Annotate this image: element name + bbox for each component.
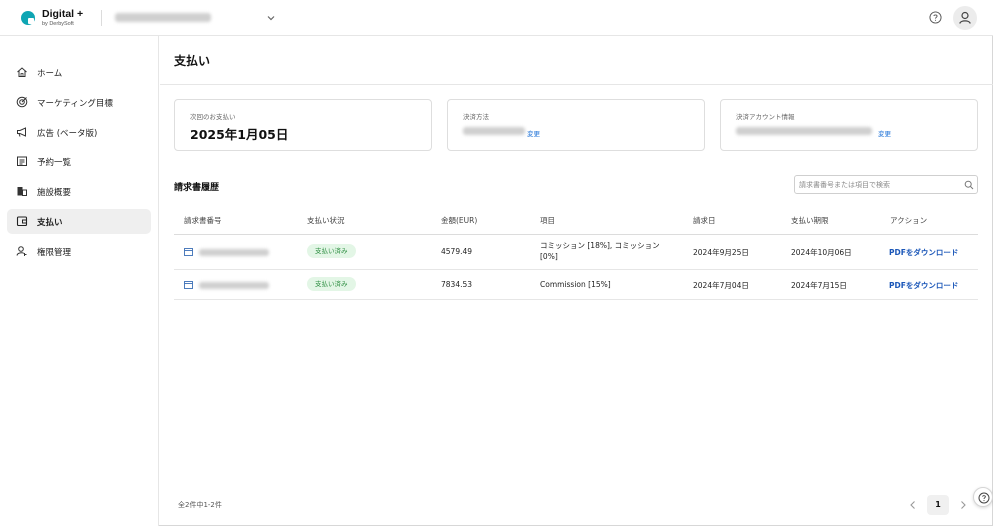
sidebar-item-ads[interactable]: 広告 (ベータ版) <box>7 120 151 145</box>
download-pdf-link[interactable]: PDFをダウンロード <box>889 280 958 291</box>
sidebar-item-label: 予約一覧 <box>37 158 72 168</box>
page-title: 支払い <box>174 54 211 68</box>
table-row: 支払い済み 4579.49 コミッション [18%], コミッション [0%] … <box>174 235 978 269</box>
row-divider <box>174 299 978 300</box>
logo-icon <box>21 11 35 25</box>
user-icon <box>959 11 971 24</box>
chevron-right-icon[interactable] <box>956 498 970 512</box>
pagination-page-button[interactable]: 1 <box>927 495 949 515</box>
user-key-icon <box>16 246 27 256</box>
item-cell: コミッション [18%], コミッション [0%] <box>540 241 660 261</box>
item-cell: Commission [15%] <box>540 280 611 289</box>
next-payment-value: 2025年1月05日 <box>190 127 289 142</box>
topbar-divider <box>101 10 102 26</box>
amount-cell: 4579.49 <box>441 247 473 256</box>
logo-subtitle: by DerbySoft <box>42 21 74 27</box>
due-date-cell: 2024年10月06日 <box>791 248 852 257</box>
property-selector[interactable] <box>110 9 280 27</box>
invoice-number-redacted[interactable] <box>199 249 269 256</box>
invoice-search-input[interactable] <box>799 178 959 191</box>
sidebar-item-marketing-goals[interactable]: マーケティング目標 <box>7 90 151 115</box>
invoice-document-icon <box>184 248 193 256</box>
logo-title: Digital + <box>42 8 84 20</box>
account-card: 決済アカウント情報 変更 <box>720 99 978 151</box>
invoice-number-redacted[interactable] <box>199 282 269 289</box>
column-header-invoice-number: 請求書番号 <box>184 216 222 225</box>
chevron-left-icon[interactable] <box>906 498 920 512</box>
sidebar-item-home[interactable]: ホーム <box>7 60 151 85</box>
home-icon <box>17 67 27 77</box>
table-row: 支払い済み 7834.53 Commission [15%] 2024年7月04… <box>174 270 978 299</box>
chevron-down-icon <box>267 16 275 21</box>
invoice-document-icon <box>184 281 193 289</box>
building-icon <box>17 187 27 196</box>
column-header-status: 支払い状況 <box>307 216 345 225</box>
sidebar-item-label: 支払い <box>37 218 63 228</box>
search-icon[interactable] <box>964 180 974 190</box>
status-badge: 支払い済み <box>307 277 356 291</box>
top-bar: Digital + by DerbySoft <box>0 0 993 36</box>
sidebar-item-label: 施設概要 <box>37 188 72 198</box>
title-divider <box>160 84 993 85</box>
amount-cell: 7834.53 <box>441 280 473 289</box>
floating-help-button[interactable] <box>973 487 993 507</box>
invoice-history-title: 請求書履歴 <box>174 183 220 193</box>
target-icon <box>16 96 28 108</box>
account-label: 決済アカウント情報 <box>736 113 795 121</box>
payment-method-label: 決済方法 <box>463 113 489 121</box>
payment-method-redacted <box>463 127 525 135</box>
status-badge: 支払い済み <box>307 244 356 258</box>
payment-method-card: 決済方法 変更 <box>447 99 705 151</box>
column-header-item: 項目 <box>540 216 555 225</box>
invoice-date-cell: 2024年7月04日 <box>693 281 749 290</box>
invoice-date-cell: 2024年9月25日 <box>693 248 749 257</box>
sidebar-item-payments[interactable]: 支払い <box>7 209 151 234</box>
sidebar-item-permissions[interactable]: 権限管理 <box>7 239 151 264</box>
invoice-search <box>794 175 978 194</box>
sidebar-item-property[interactable]: 施設概要 <box>7 179 151 204</box>
calendar-list-icon <box>17 156 27 166</box>
help-icon[interactable] <box>929 11 942 24</box>
column-header-action: アクション <box>890 216 928 225</box>
column-header-amount: 金額(EUR) <box>441 216 478 225</box>
download-pdf-link[interactable]: PDFをダウンロード <box>889 247 958 258</box>
account-redacted <box>736 127 872 135</box>
user-avatar[interactable] <box>953 6 977 30</box>
next-payment-card: 次回のお支払い 2025年1月05日 <box>174 99 432 151</box>
payment-method-change-link[interactable]: 変更 <box>527 128 540 138</box>
sidebar-item-label: 広告 (ベータ版) <box>37 129 98 139</box>
column-header-invoice-date: 請求日 <box>693 216 716 225</box>
sidebar-item-reservations[interactable]: 予約一覧 <box>7 149 151 174</box>
sidebar: ホーム マーケティング目標 広告 (ベータ版) 予約一覧 施設概要 支払い 権限… <box>0 36 159 526</box>
pagination-count: 全2件中1-2件 <box>178 501 222 509</box>
next-payment-label: 次回のお支払い <box>190 113 236 121</box>
account-change-link[interactable]: 変更 <box>878 128 891 138</box>
due-date-cell: 2024年7月15日 <box>791 281 847 290</box>
column-header-due-date: 支払い期限 <box>791 216 829 225</box>
wallet-icon <box>16 216 28 227</box>
megaphone-icon <box>17 127 26 137</box>
sidebar-item-label: ホーム <box>37 69 63 79</box>
help-icon <box>978 492 990 504</box>
sidebar-item-label: 権限管理 <box>37 248 72 258</box>
property-name-redacted <box>115 13 211 22</box>
sidebar-item-label: マーケティング目標 <box>37 99 113 109</box>
